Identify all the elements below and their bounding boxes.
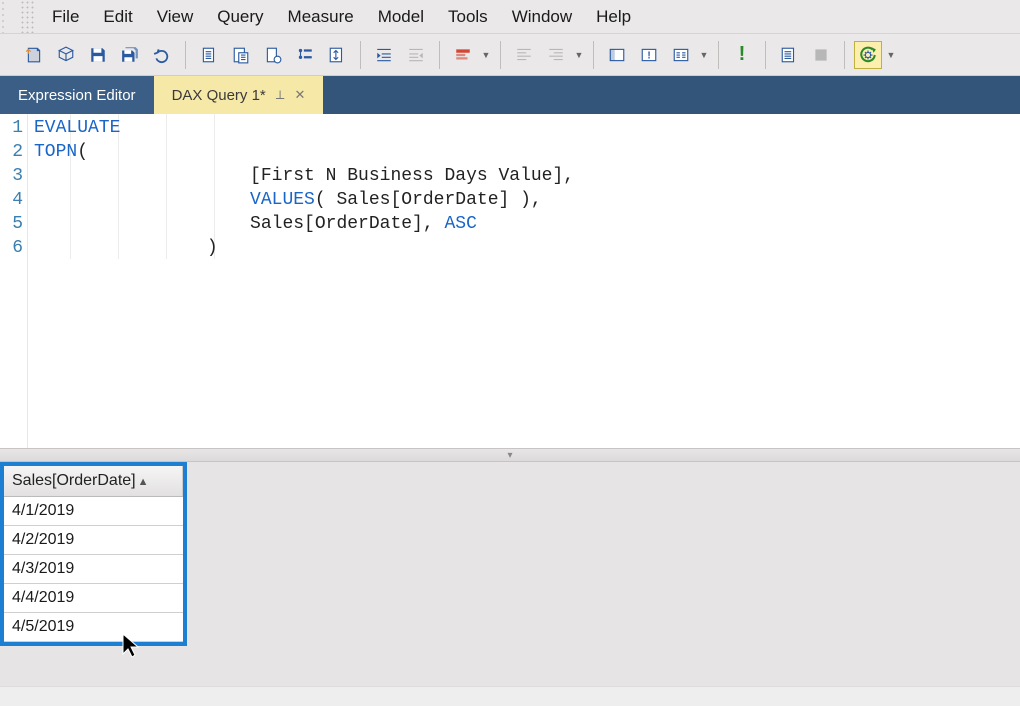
menu-measure[interactable]: Measure xyxy=(276,3,366,31)
document-tabs: Expression Editor DAX Query 1* ⟂ ✕ xyxy=(0,76,1020,114)
toolbar-separator xyxy=(185,41,186,69)
keyword: TOPN xyxy=(34,142,77,162)
svg-text:!: ! xyxy=(647,50,650,61)
run-gear-icon[interactable] xyxy=(854,41,882,69)
code-token: ( xyxy=(77,142,88,162)
keyword: VALUES xyxy=(250,190,315,210)
results-pane: Sales[OrderDate]▲ 4/1/2019 4/2/2019 4/3/… xyxy=(0,462,1020,686)
menu-edit[interactable]: Edit xyxy=(91,3,144,31)
alert-icon[interactable]: ! xyxy=(635,41,663,69)
outdent-icon[interactable] xyxy=(402,41,430,69)
toolbar-separator xyxy=(500,41,501,69)
tab-label: Expression Editor xyxy=(18,87,136,104)
sort-asc-icon: ▲ xyxy=(138,476,149,488)
code-token: Sales[OrderDate], xyxy=(34,214,444,234)
table-row[interactable]: 4/5/2019 xyxy=(4,613,183,642)
highlight-icon[interactable] xyxy=(449,41,477,69)
code-token xyxy=(34,190,250,210)
toolbar-separator xyxy=(765,41,766,69)
save-all-icon[interactable] xyxy=(116,41,144,69)
new-query-icon[interactable] xyxy=(20,41,48,69)
code-editor[interactable]: 1 2 3 4 5 6 EVALUATE TOPN( [First N Busi… xyxy=(0,114,1020,448)
dropdown-icon[interactable]: ▼ xyxy=(574,41,584,69)
options-icon[interactable] xyxy=(667,41,695,69)
line-number: 3 xyxy=(0,164,27,188)
swap-icon[interactable] xyxy=(323,41,351,69)
open-icon[interactable] xyxy=(52,41,80,69)
check-icon[interactable]: ! xyxy=(728,41,756,69)
paste-special-icon[interactable] xyxy=(259,41,287,69)
table-row[interactable]: 4/2/2019 xyxy=(4,526,183,555)
tab-label: DAX Query 1* xyxy=(172,87,266,104)
results-table: Sales[OrderDate]▲ 4/1/2019 4/2/2019 4/3/… xyxy=(4,466,183,642)
menu-bar: File Edit View Query Measure Model Tools… xyxy=(0,0,1020,34)
column-header[interactable]: Sales[OrderDate]▲ xyxy=(4,466,183,497)
tab-expression-editor[interactable]: Expression Editor xyxy=(0,76,154,114)
line-number: 6 xyxy=(0,236,27,260)
pin-icon[interactable]: ⟂ xyxy=(276,87,285,103)
cell: 4/2/2019 xyxy=(4,526,183,555)
tab-dax-query[interactable]: DAX Query 1* ⟂ ✕ xyxy=(154,76,324,114)
menu-model[interactable]: Model xyxy=(366,3,436,31)
line-number: 2 xyxy=(0,140,27,164)
keyword: EVALUATE xyxy=(34,118,120,138)
indent-icon[interactable] xyxy=(370,41,398,69)
toolbar: ▼ ▼ ! ▼ ! ▼ xyxy=(0,34,1020,76)
align-left-icon[interactable] xyxy=(510,41,538,69)
copy-icon[interactable] xyxy=(195,41,223,69)
menu-query[interactable]: Query xyxy=(205,3,275,31)
dropdown-icon[interactable]: ▼ xyxy=(886,41,896,69)
line-number: 4 xyxy=(0,188,27,212)
menu-file[interactable]: File xyxy=(40,3,91,31)
table-row[interactable]: 4/4/2019 xyxy=(4,584,183,613)
menu-tools[interactable]: Tools xyxy=(436,3,500,31)
toolbar-separator xyxy=(718,41,719,69)
code-token: ( Sales[OrderDate] ), xyxy=(315,190,542,210)
align-right-icon[interactable] xyxy=(542,41,570,69)
menu-help[interactable]: Help xyxy=(584,3,643,31)
grip-handle[interactable] xyxy=(20,0,34,33)
format-icon[interactable] xyxy=(291,41,319,69)
undo-icon[interactable] xyxy=(148,41,176,69)
panel-icon[interactable] xyxy=(603,41,631,69)
table-row[interactable]: 4/1/2019 xyxy=(4,497,183,526)
toolbar-separator xyxy=(360,41,361,69)
line-gutter: 1 2 3 4 5 6 xyxy=(0,114,28,448)
code-text[interactable]: EVALUATE TOPN( [First N Business Days Va… xyxy=(28,114,1020,448)
paste-icon[interactable] xyxy=(227,41,255,69)
close-icon[interactable]: ✕ xyxy=(294,87,305,103)
code-token: [First N Business Days Value], xyxy=(34,166,574,186)
table-row[interactable]: 4/3/2019 xyxy=(4,555,183,584)
menu-window[interactable]: Window xyxy=(500,3,584,31)
keyword: ASC xyxy=(444,214,476,234)
cell: 4/3/2019 xyxy=(4,555,183,584)
toolbar-separator xyxy=(844,41,845,69)
cell: 4/4/2019 xyxy=(4,584,183,613)
toolbar-separator xyxy=(593,41,594,69)
status-bar xyxy=(0,686,1020,706)
cell: 4/5/2019 xyxy=(4,613,183,642)
line-number: 5 xyxy=(0,212,27,236)
save-icon[interactable] xyxy=(84,41,112,69)
menu-view[interactable]: View xyxy=(145,3,206,31)
column-header-label: Sales[OrderDate] xyxy=(12,472,136,489)
cell: 4/1/2019 xyxy=(4,497,183,526)
dropdown-icon[interactable]: ▼ xyxy=(699,41,709,69)
code-token: ) xyxy=(34,238,218,258)
list-icon[interactable] xyxy=(775,41,803,69)
toolbar-separator xyxy=(439,41,440,69)
dropdown-icon[interactable]: ▼ xyxy=(481,41,491,69)
results-highlight-box: Sales[OrderDate]▲ 4/1/2019 4/2/2019 4/3/… xyxy=(0,462,187,646)
stop-icon[interactable] xyxy=(807,41,835,69)
splitter-handle[interactable]: ▾ xyxy=(0,448,1020,462)
line-number: 1 xyxy=(0,116,27,140)
